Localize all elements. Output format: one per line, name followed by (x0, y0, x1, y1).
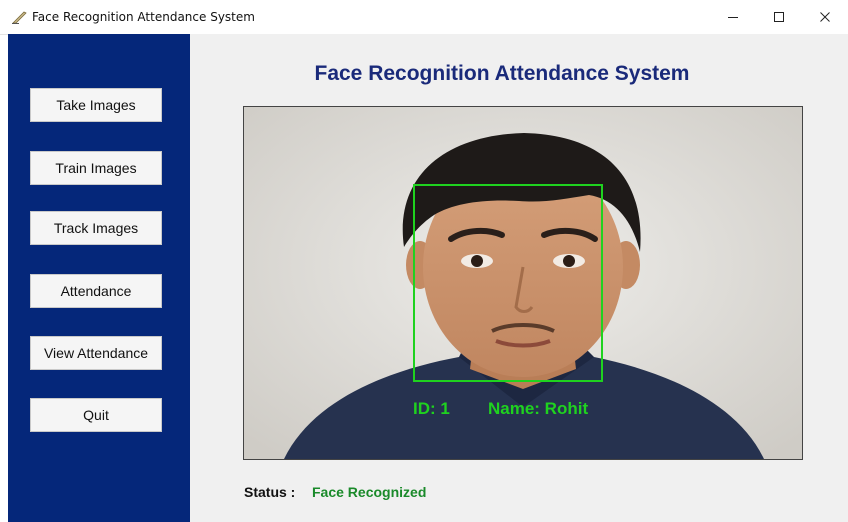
maximize-button[interactable] (756, 0, 802, 34)
view-attendance-button[interactable]: View Attendance (30, 336, 162, 370)
take-images-button[interactable]: Take Images (30, 88, 162, 122)
train-images-button[interactable]: Train Images (30, 151, 162, 185)
maximize-icon (774, 12, 784, 22)
sidebar: Take Images Train Images Track Images At… (8, 34, 190, 522)
minimize-icon (728, 17, 738, 18)
face-id-label: ID: 1 (413, 399, 450, 418)
status-value: Face Recognized (312, 484, 427, 500)
quit-button[interactable]: Quit (30, 398, 162, 432)
window-title: Face Recognition Attendance System (32, 10, 255, 24)
track-images-button[interactable]: Track Images (30, 211, 162, 245)
close-button[interactable] (802, 0, 848, 34)
attendance-button[interactable]: Attendance (30, 274, 162, 308)
status-label: Status : (244, 484, 296, 500)
main-panel: Face Recognition Attendance System ID: 1… (190, 34, 848, 522)
camera-feed: ID: 1 Name: Rohit (243, 106, 803, 460)
face-detection-box (413, 184, 603, 382)
feather-pen-icon (12, 11, 27, 24)
page-title: Face Recognition Attendance System (314, 62, 690, 85)
face-name-label: Name: Rohit (488, 399, 589, 418)
minimize-button[interactable] (710, 0, 756, 34)
close-icon (820, 12, 830, 22)
window-titlebar[interactable]: Face Recognition Attendance System (0, 0, 848, 35)
